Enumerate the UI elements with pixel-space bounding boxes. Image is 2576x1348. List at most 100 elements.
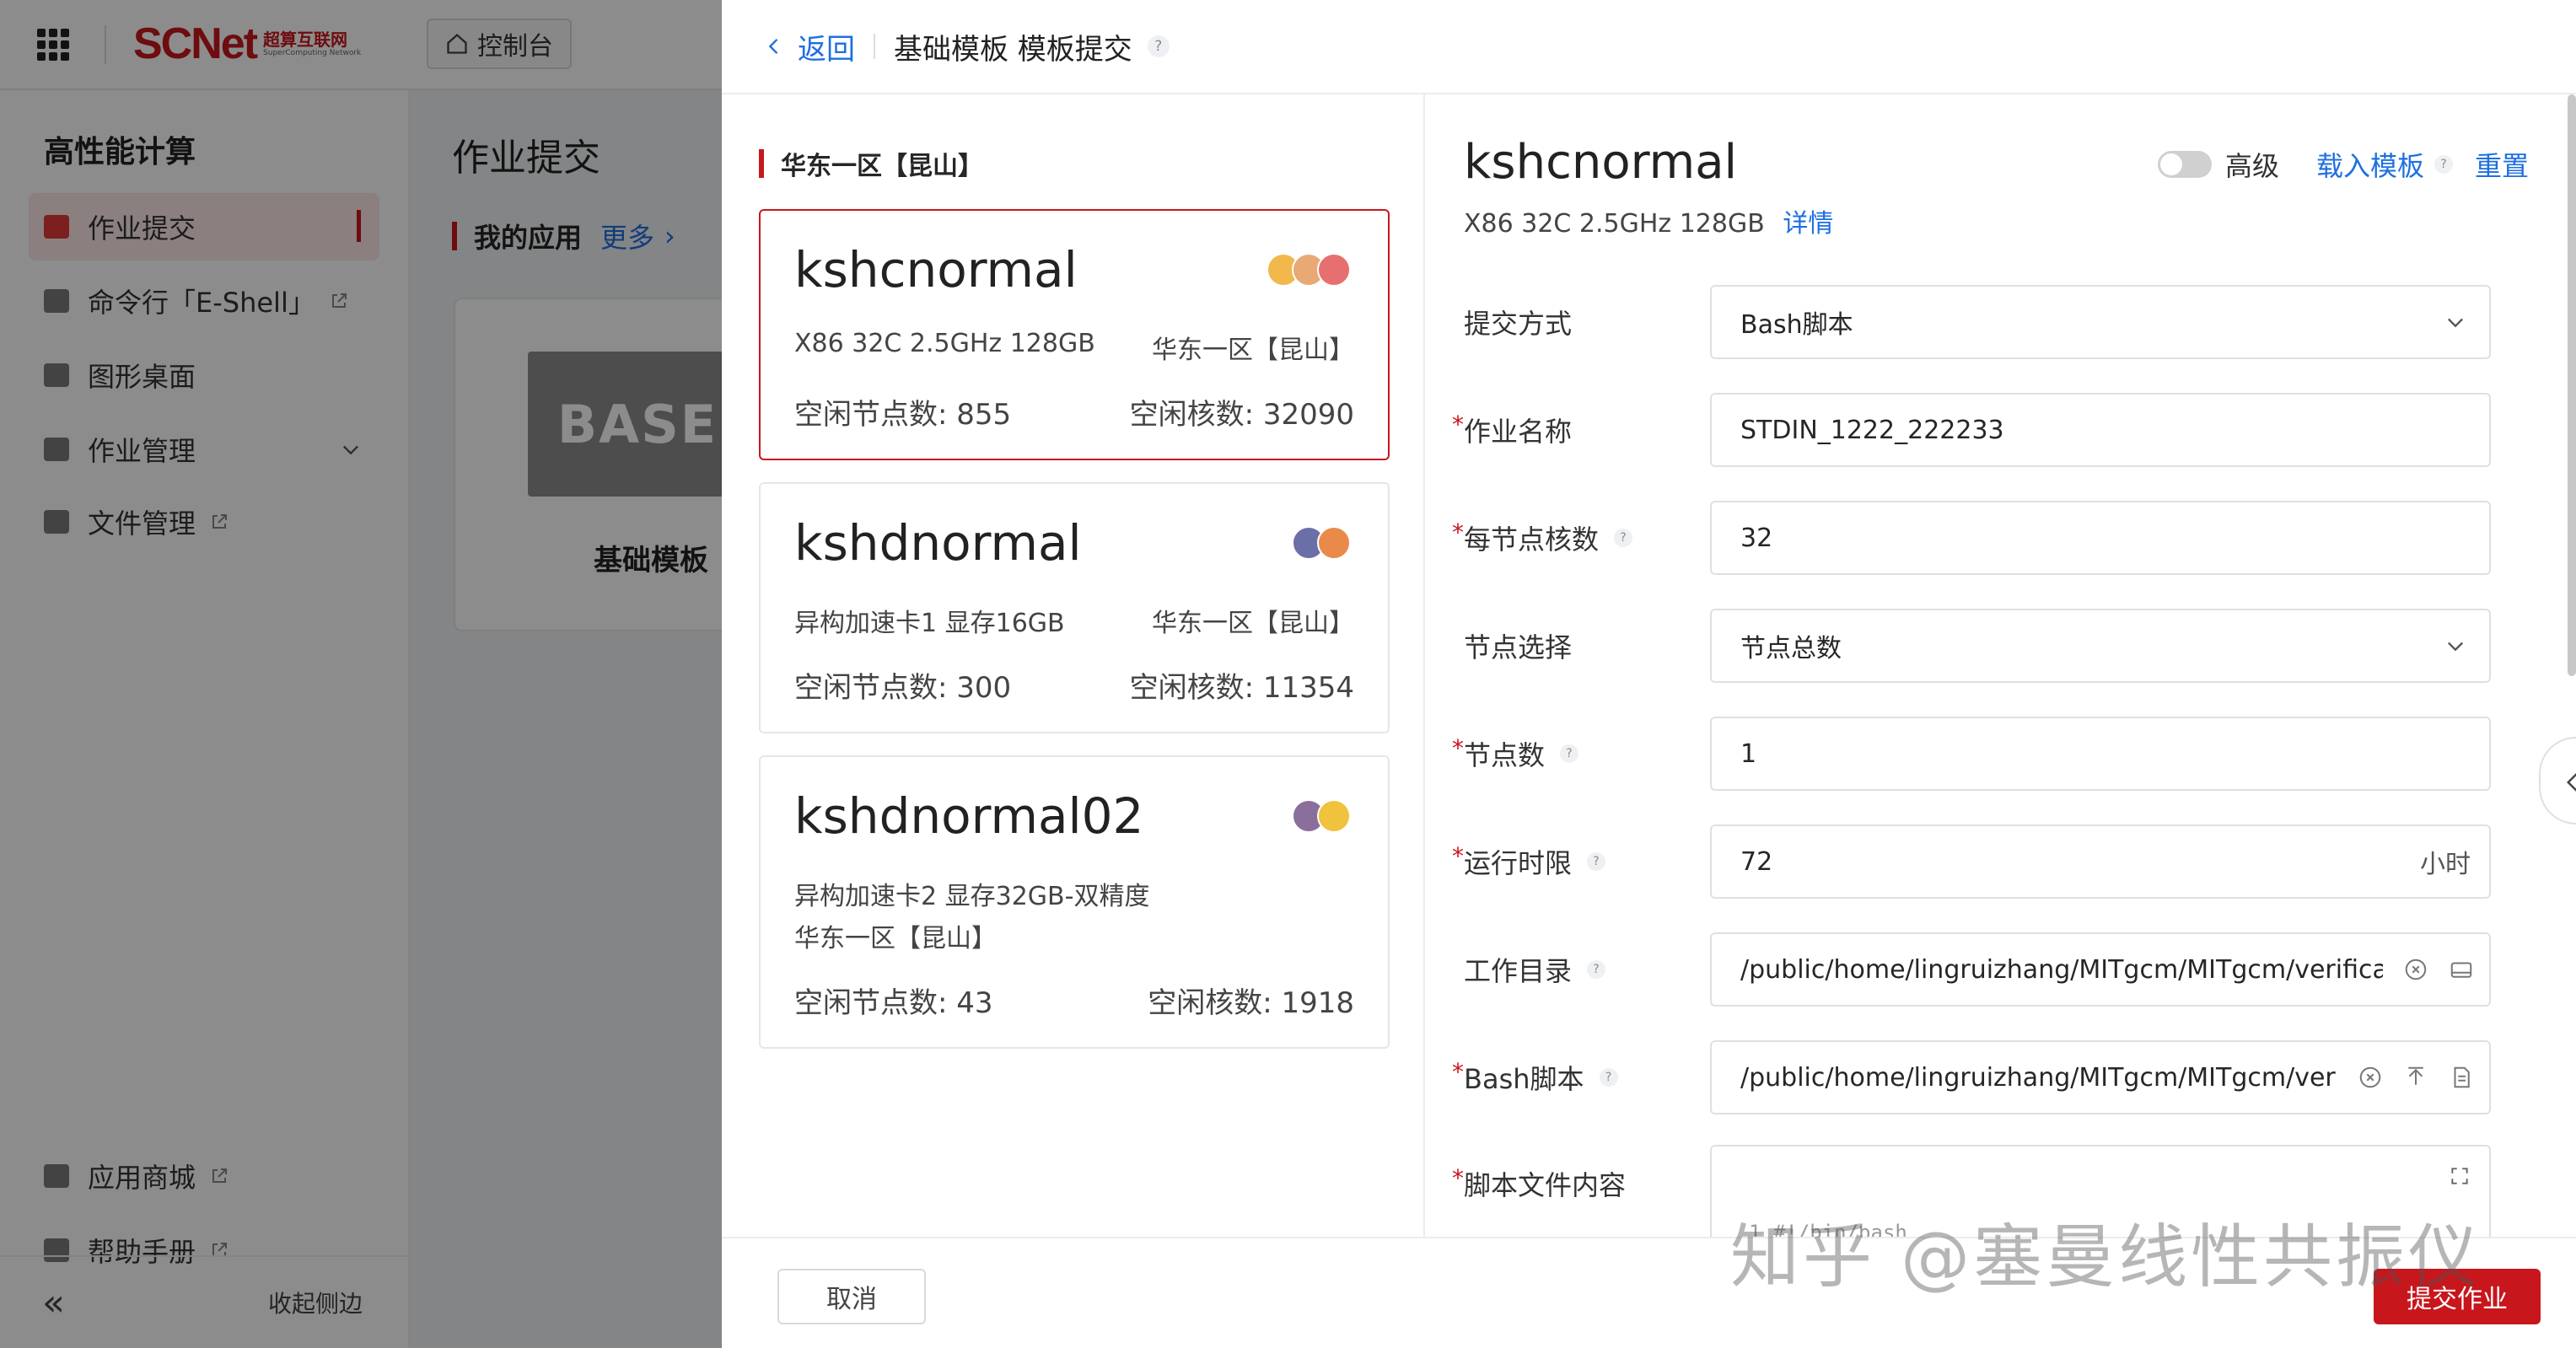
field-label: 运行时限 — [1464, 847, 1573, 879]
field-label: 作业名称 — [1464, 416, 1573, 448]
detail-link[interactable]: 详情 — [1783, 209, 1833, 239]
back-label: 返回 — [798, 32, 855, 67]
queue-spec: 异构加速卡1 显存16GB — [794, 609, 1065, 638]
input-value: /public/home/lingruizhang/MITgcm/MITgcm/… — [1740, 1062, 2337, 1093]
upload-icon[interactable] — [2403, 1065, 2428, 1090]
job-submit-drawer: 返回 基础模板 模板提交 ? 华东一区【昆山】 kshcnormal X86 3… — [722, 0, 2576, 1348]
form-row-submit-method: 提交方式 Bash脚本 — [1452, 285, 2514, 359]
field-label: 节点数 — [1464, 739, 1546, 771]
chevron-down-icon — [2448, 318, 2463, 328]
avatar-group — [1292, 799, 1351, 833]
field-label: 节点选择 — [1464, 631, 1573, 663]
field-label: 脚本文件内容 — [1464, 1169, 1627, 1201]
queue-card-kshcnormal[interactable]: kshcnormal X86 32C 2.5GHz 128GB 华东一区【昆山】… — [759, 209, 1390, 460]
bash-script-input[interactable]: /public/home/lingruizhang/MITgcm/MITgcm/… — [1710, 1040, 2491, 1114]
help-icon[interactable]: ? — [1587, 960, 1606, 979]
help-icon[interactable]: ? — [1560, 744, 1579, 763]
help-icon[interactable]: ? — [2433, 155, 2453, 174]
field-label: 提交方式 — [1464, 308, 1573, 340]
queue-spec-row: 异构加速卡1 显存16GB 华东一区【昆山】 — [794, 602, 1354, 639]
region-label: 华东一区【昆山】 — [759, 145, 983, 182]
back-button[interactable]: 返回 — [762, 26, 855, 67]
help-icon[interactable]: ? — [1614, 529, 1633, 547]
clear-icon[interactable] — [2403, 957, 2428, 982]
help-icon[interactable]: ? — [1599, 1068, 1618, 1087]
avatar — [1317, 799, 1351, 833]
queue-region: 华东一区【昆山】 — [1152, 336, 1354, 365]
field-label: 工作目录 — [1464, 955, 1573, 987]
queue-region: 华东一区【昆山】 — [794, 924, 997, 953]
required-mark: * — [1452, 1058, 1464, 1086]
idle-nodes: 空闲节点数: 300 — [794, 671, 1012, 705]
divider — [874, 34, 875, 59]
avatar-group — [1292, 526, 1351, 560]
reset-link[interactable]: 重置 — [2475, 145, 2529, 184]
drawer-title: 基础模板 模板提交 — [894, 32, 1132, 67]
form-row-work-dir: 工作目录? /public/home/lingruizhang/MITgcm/M… — [1452, 932, 2514, 1007]
form-row-cores-per-node: * 每节点核数? 32 — [1452, 501, 2514, 575]
job-name-input[interactable]: STDIN_1222_222233 — [1710, 393, 2491, 467]
form-row-node-select: 节点选择 节点总数 — [1452, 609, 2514, 683]
required-mark: * — [1452, 1164, 1464, 1192]
form-actions: 高级 载入模板 ? 重置 — [2157, 145, 2529, 184]
queue-spec-row: X86 32C 2.5GHz 128GB 华东一区【昆山】 — [794, 329, 1354, 366]
selected-queue-name: kshcnormal — [1464, 135, 1738, 190]
input-value: 1 — [1740, 738, 1757, 769]
form-row-job-name: * 作业名称 STDIN_1222_222233 — [1452, 393, 2514, 467]
advanced-label: 高级 — [2224, 150, 2279, 182]
avatar — [1317, 253, 1351, 287]
submit-method-select[interactable]: Bash脚本 — [1710, 285, 2491, 359]
queue-region-row: 华东一区【昆山】 — [794, 917, 1354, 954]
fullscreen-icon[interactable] — [2449, 1165, 2471, 1187]
clear-icon[interactable] — [2358, 1065, 2383, 1090]
queue-stats-row: 空闲节点数: 43 空闲核数: 1918 — [794, 980, 1354, 1021]
chevron-down-icon — [2448, 642, 2463, 652]
input-value: 32 — [1740, 523, 1773, 553]
queue-name: kshdnormal02 — [794, 787, 1144, 845]
help-icon[interactable]: ? — [1587, 852, 1606, 871]
queue-spec-row: 异构加速卡2 显存32GB-双精度 — [794, 875, 1354, 912]
node-count-input[interactable]: 1 — [1710, 717, 2491, 791]
field-label: Bash脚本 — [1464, 1063, 1584, 1095]
idle-cores: 空闲核数: 32090 — [1129, 398, 1354, 432]
required-mark: * — [1452, 518, 1464, 546]
help-icon[interactable]: ? — [1147, 35, 1170, 57]
input-value: STDIN_1222_222233 — [1740, 415, 2004, 445]
idle-nodes: 空闲节点数: 855 — [794, 398, 1012, 432]
file-icon[interactable] — [2449, 1065, 2474, 1090]
queue-spec: X86 32C 2.5GHz 128GB — [794, 329, 1095, 358]
form-row-run-time: * 运行时限? 72 小时 — [1452, 824, 2514, 899]
avatar-group — [1266, 253, 1351, 287]
form-row-node-count: * 节点数? 1 — [1452, 717, 2514, 791]
avatar — [1317, 526, 1351, 560]
job-form-pane: kshcnormal X86 32C 2.5GHz 128GB 详情 高级 载入… — [1427, 94, 2576, 1246]
queue-name: kshdnormal — [794, 514, 1082, 572]
run-time-input[interactable]: 72 小时 — [1710, 824, 2491, 899]
queue-name: kshcnormal — [794, 241, 1078, 298]
advanced-toggle[interactable] — [2157, 151, 2212, 178]
idle-nodes: 空闲节点数: 43 — [794, 986, 993, 1020]
select-value: 节点总数 — [1740, 634, 1842, 663]
node-select-select[interactable]: 节点总数 — [1710, 609, 2491, 683]
drawer-header: 返回 基础模板 模板提交 ? — [722, 0, 2576, 94]
folder-icon[interactable] — [2449, 957, 2474, 982]
cores-per-node-input[interactable]: 32 — [1710, 501, 2491, 575]
selected-queue-spec-row: X86 32C 2.5GHz 128GB 详情 — [1464, 202, 1833, 239]
scrollbar[interactable] — [2568, 94, 2576, 676]
load-template-link[interactable]: 载入模板 — [2316, 145, 2424, 184]
queue-card-kshdnormal[interactable]: kshdnormal 异构加速卡1 显存16GB 华东一区【昆山】 空闲节点数:… — [759, 482, 1390, 733]
chevron-left-icon — [768, 39, 778, 54]
queue-spec: 异构加速卡2 显存32GB-双精度 — [794, 882, 1150, 911]
queue-region: 华东一区【昆山】 — [1152, 609, 1354, 638]
selected-queue-spec: X86 32C 2.5GHz 128GB — [1464, 209, 1765, 239]
field-label: 每节点核数 — [1464, 524, 1600, 556]
work-dir-input[interactable]: /public/home/lingruizhang/MITgcm/MITgcm/… — [1710, 932, 2491, 1007]
queue-card-kshdnormal02[interactable]: kshdnormal02 异构加速卡2 显存32GB-双精度 华东一区【昆山】 … — [759, 755, 1390, 1049]
queue-stats-row: 空闲节点数: 855 空闲核数: 32090 — [794, 391, 1354, 432]
idle-cores: 空闲核数: 11354 — [1129, 671, 1354, 705]
cancel-button[interactable]: 取消 — [777, 1269, 926, 1324]
watermark: 知乎 @塞曼线性共振仪 — [1730, 1217, 2482, 1297]
chevron-left-icon — [2566, 773, 2576, 792]
required-mark: * — [1452, 411, 1464, 438]
input-value: /public/home/lingruizhang/MITgcm/MITgcm/… — [1740, 954, 2383, 985]
